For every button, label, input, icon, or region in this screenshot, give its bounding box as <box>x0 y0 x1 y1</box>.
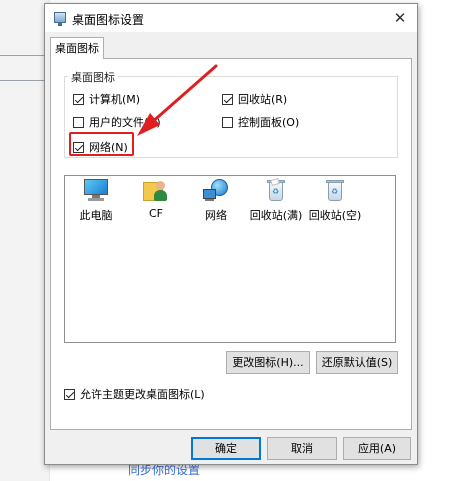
icon-item-recycle-bin-full[interactable]: ♻ 回收站(满) <box>246 178 306 223</box>
icon-item-this-pc[interactable]: 此电脑 <box>66 179 126 223</box>
restore-default-button[interactable]: 还原默认值(S) <box>316 351 398 374</box>
ok-button[interactable]: 确定 <box>191 437 261 460</box>
allow-themes-checkbox[interactable]: 允许主题更改桌面图标(L) <box>64 386 205 402</box>
icon-item-network[interactable]: 网络 <box>186 179 246 223</box>
icon-label: 回收站(满) <box>249 209 303 222</box>
recycle-bin-empty-icon: ♻ <box>322 179 348 203</box>
recycle-bin-full-icon: ♻ <box>263 178 289 203</box>
tab-desktop-icons[interactable]: 桌面图标 <box>50 37 104 59</box>
icon-label: 此电脑 <box>79 209 113 222</box>
icon-item-recycle-bin-empty[interactable]: ♻ 回收站(空) <box>305 179 365 223</box>
checkbox-label: 允许主题更改桌面图标(L) <box>80 388 205 401</box>
change-icon-button[interactable]: 更改图标(H)... <box>226 351 310 374</box>
computer-icon <box>83 179 109 203</box>
icon-label: 网络 <box>205 209 227 222</box>
user-folder-icon <box>143 179 169 203</box>
icon-label: 回收站(空) <box>308 209 362 222</box>
cancel-button[interactable]: 取消 <box>267 437 337 460</box>
icon-label: CF <box>148 207 163 220</box>
apply-button[interactable]: 应用(A) <box>343 437 411 460</box>
icon-item-user-files[interactable]: CF <box>126 179 186 220</box>
network-icon <box>203 179 229 203</box>
checkbox-checked-icon <box>64 388 75 400</box>
